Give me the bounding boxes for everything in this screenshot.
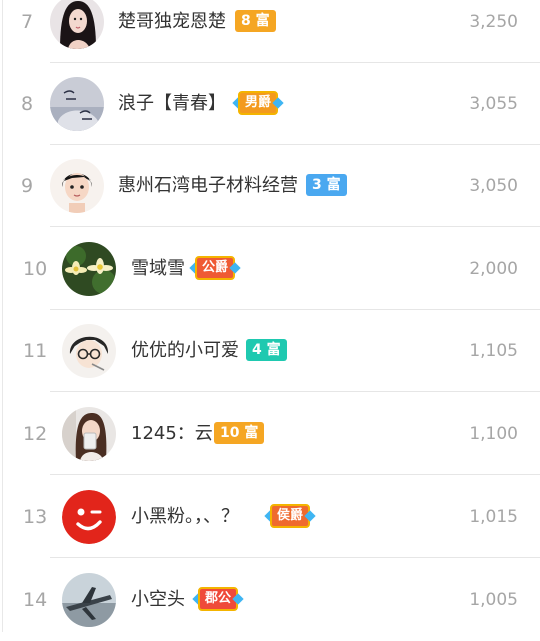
noble-title-badge: 公爵 <box>189 256 241 280</box>
username[interactable]: 1245：云 <box>131 393 213 475</box>
row-divider <box>50 557 540 558</box>
leaderboard-row[interactable]: 10 雪域雪 公爵 2,000 <box>0 228 540 310</box>
username[interactable]: 雪域雪 <box>131 228 185 310</box>
leaderboard-row[interactable]: 9 惠州石湾电子材料经营 3 富 3,050 <box>0 145 540 227</box>
rank-number: 14 <box>23 589 48 611</box>
rank-number: 8 <box>21 93 34 115</box>
airplane-avatar[interactable] <box>62 573 116 627</box>
rank-number: 11 <box>23 340 48 362</box>
score-value: 3,050 <box>469 176 518 196</box>
score-value: 3,055 <box>469 94 518 114</box>
leaderboard-row[interactable]: 14 小空头 郡公 1,005 <box>0 559 540 641</box>
wealth-level-badge: 4 富 <box>246 339 287 361</box>
username[interactable]: 楚哥独宠恩楚 <box>118 0 226 63</box>
girl-portrait-avatar[interactable] <box>50 0 104 49</box>
wealth-level-badge: 3 富 <box>306 174 347 196</box>
score-value: 3,250 <box>469 12 518 32</box>
rank-number: 10 <box>23 258 48 280</box>
row-divider <box>50 474 540 475</box>
username[interactable]: 浪子【青春】 <box>118 63 226 145</box>
leaderboard-row[interactable]: 13 小黑粉。，、？ 侯爵 1,015 <box>0 476 540 558</box>
leaderboard-row[interactable]: 11 优优的小可爱 4 富 1,105 <box>0 310 540 392</box>
rank-number: 7 <box>21 11 34 33</box>
username[interactable]: 小黑粉。，、？ <box>131 476 239 558</box>
leaderboard-row[interactable]: 7 楚哥独宠恩楚 8 富 3,250 <box>0 0 540 63</box>
rank-number: 9 <box>21 175 34 197</box>
leaderboard-row[interactable]: 12 1245：云 10 富 1,100 <box>0 393 540 475</box>
noble-title-badge: 郡公 <box>192 587 244 611</box>
score-value: 1,105 <box>469 341 518 361</box>
rank-number: 12 <box>23 423 48 445</box>
row-divider <box>50 391 540 392</box>
noble-title-badge: 男爵 <box>232 91 284 115</box>
anime-glasses-avatar[interactable] <box>62 324 116 378</box>
noble-title-badge: 侯爵 <box>264 504 316 528</box>
score-value: 1,005 <box>469 590 518 610</box>
lotus-flower-avatar[interactable] <box>62 242 116 296</box>
leaderboard-row[interactable]: 8 浪子【青春】 男爵 3,055 <box>0 63 540 145</box>
row-divider <box>50 226 540 227</box>
wink-face-avatar[interactable] <box>62 490 116 544</box>
wealth-level-badge: 8 富 <box>235 10 276 32</box>
cartoon-boy-avatar[interactable] <box>50 159 104 213</box>
score-value: 1,100 <box>469 424 518 444</box>
score-value: 2,000 <box>469 259 518 279</box>
score-value: 1,015 <box>469 507 518 527</box>
girl-photo-avatar[interactable] <box>62 407 116 461</box>
username[interactable]: 小空头 <box>131 559 185 641</box>
rank-number: 13 <box>23 506 48 528</box>
username[interactable]: 优优的小可爱 <box>131 310 239 392</box>
wealth-level-badge: 10 富 <box>214 422 265 444</box>
handwritten-photo-avatar[interactable] <box>50 77 104 131</box>
username[interactable]: 惠州石湾电子材料经营 <box>118 145 298 227</box>
